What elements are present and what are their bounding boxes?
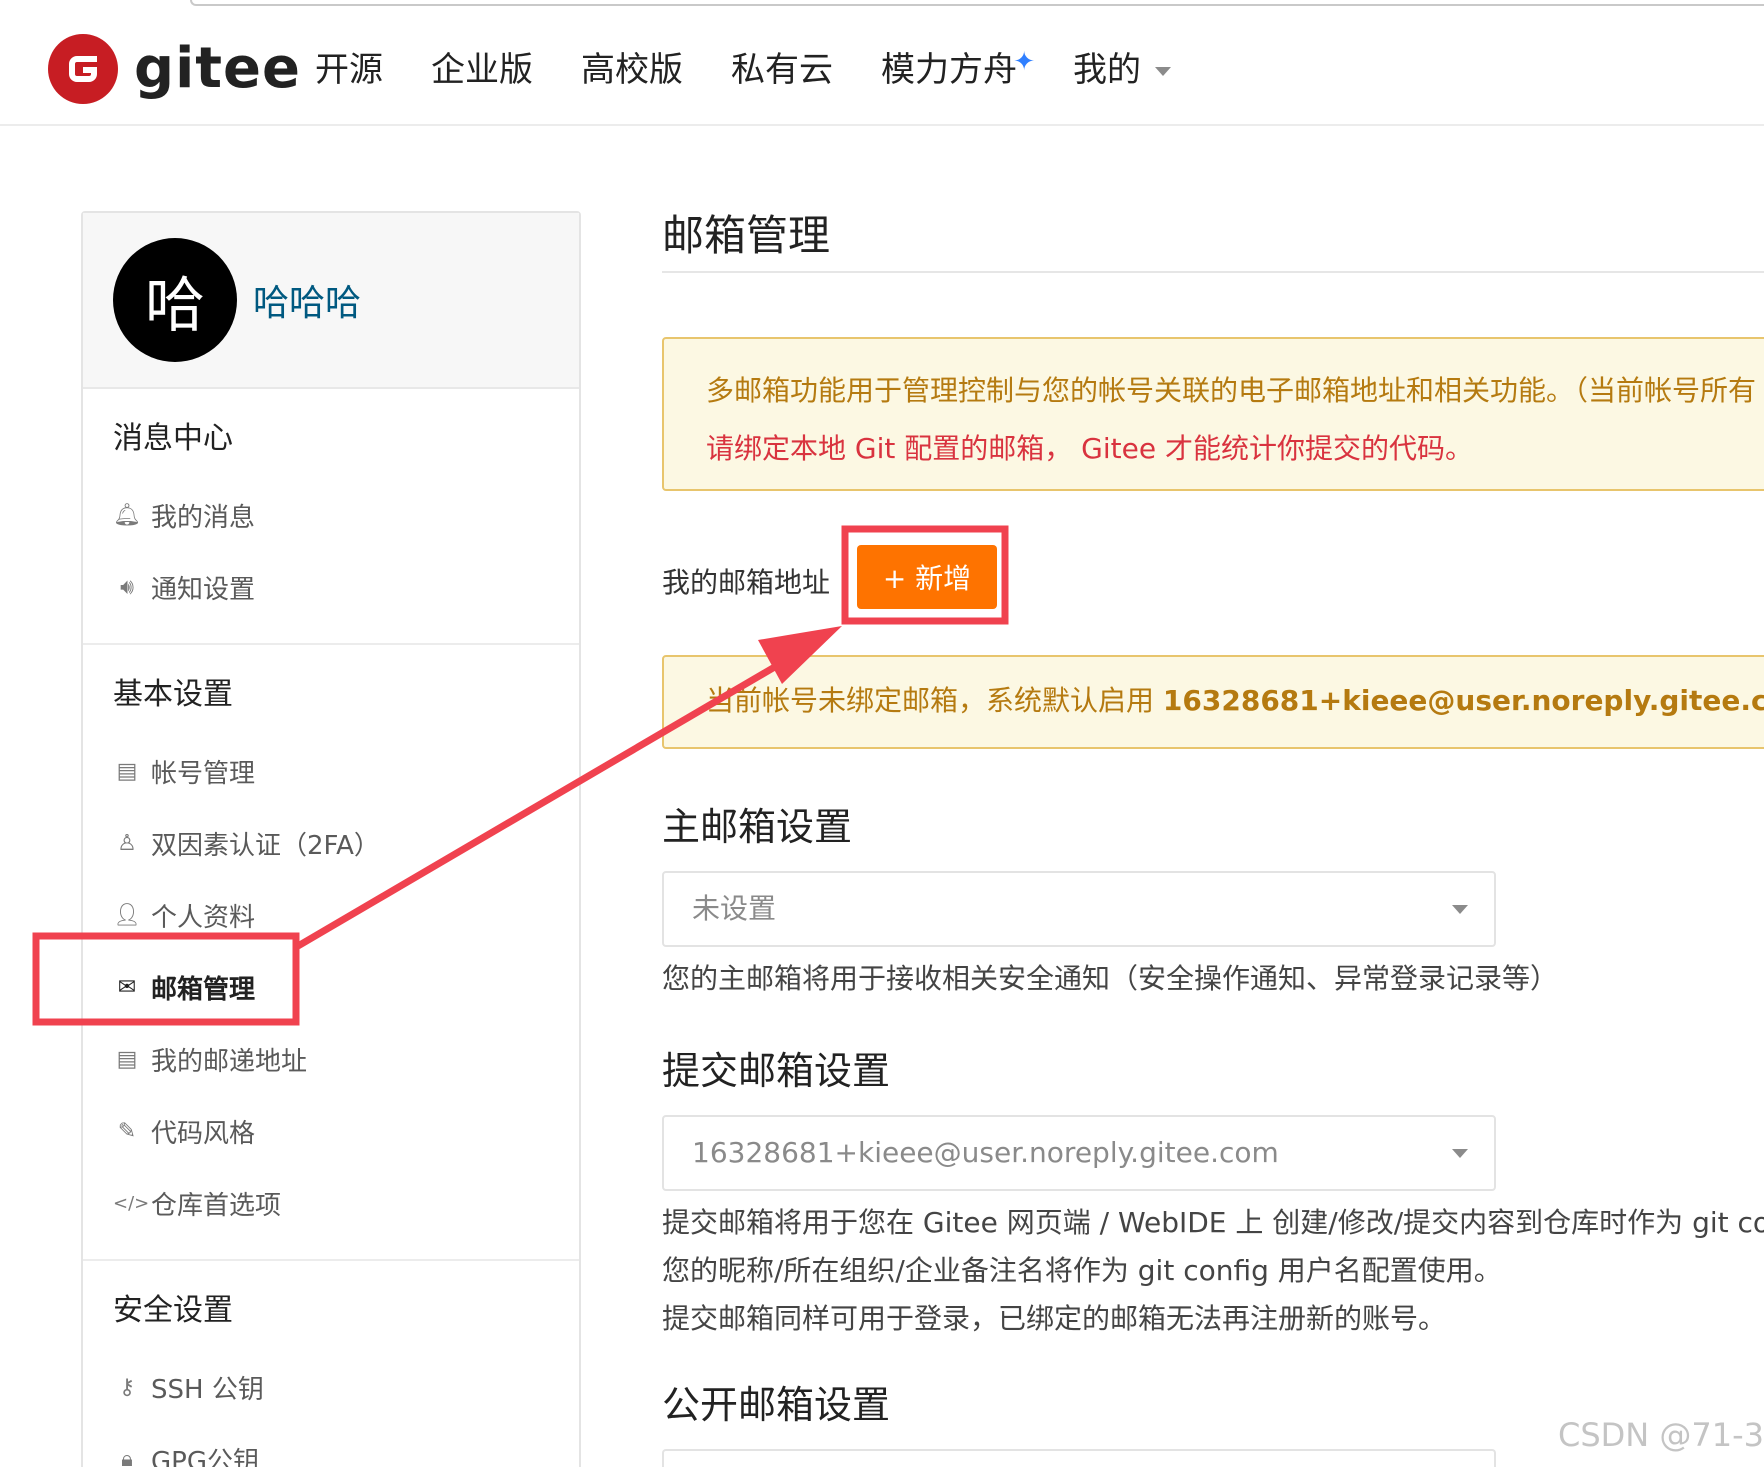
default-email-notice: 当前帐号未绑定邮箱，系统默认启用 16328681+kieee@user.nor… [662,655,1764,749]
my-email-label: 我的邮箱地址 [662,566,831,599]
envelope-icon: ✉ [117,974,137,1000]
primary-email-title: 主邮箱设置 [662,805,853,849]
sidebar-heading: 消息中心 [113,421,233,456]
user-outline-icon: ♙ [117,830,137,856]
public-email-select[interactable] [662,1449,1496,1467]
sidebar-section-basic: 基本设置 ▤ 帐号管理 ♙ 双因素认证（2FA） 👤︎ 个人资料 ✉ 邮箱管理 … [83,645,579,1261]
key-icon: ⚷ [118,1374,136,1400]
commit-email-help: 您的昵称/所在组织/企业备注名将作为 git config 用户名配置使用。 [662,1254,1502,1287]
commit-email-help: 提交邮箱同样可用于登录，已绑定的邮箱无法再注册新的账号。 [662,1302,1447,1335]
sidebar-item-repo-prefs[interactable]: </> 仓库首选项 [83,1167,579,1239]
nav-moli-label: 模力方舟 [881,50,1017,90]
my-email-row: 我的邮箱地址 + 新增 [662,531,1764,627]
main-nav: 开源 企业版 高校版 私有云 模力方舟 ✦ 我的 [315,44,1219,96]
id-card-icon: ▤ [116,1046,138,1072]
id-card-icon: ▤ [116,758,138,784]
sidebar-heading: 安全设置 [113,1293,233,1328]
nav-moli[interactable]: 模力方舟 ✦ [881,44,1035,96]
add-email-button[interactable]: + 新增 [857,545,997,609]
sidebar-item-2fa[interactable]: ♙ 双因素认证（2FA） [83,807,579,879]
logo-text: gitee [134,36,302,101]
sidebar-item-label: 帐号管理 [151,758,256,789]
sidebar-item-label: 邮箱管理 [151,974,256,1005]
info-notice: 多邮箱功能用于管理控制与您的帐号关联的电子邮箱地址和相关功能。（当前帐号所有 请… [662,337,1764,491]
sidebar-item-code-style[interactable]: ✎ 代码风格 [83,1095,579,1167]
sidebar-item-address[interactable]: ▤ 我的邮递地址 [83,1023,579,1095]
commit-email-select[interactable]: 16328681+kieee@user.noreply.gitee.com [662,1115,1496,1191]
primary-email-select[interactable]: 未设置 [662,871,1496,947]
gitee-logo-icon [48,34,118,104]
sidebar-item-label: GPG公钥 [151,1446,259,1467]
speaker-icon: 🔊︎ [120,574,134,600]
sidebar-item-label: 我的邮递地址 [151,1046,308,1077]
title-divider [662,271,1764,273]
sidebar-item-gpg[interactable]: 🔒︎ GPG公钥 [83,1423,579,1467]
chevron-down-icon [1155,67,1171,76]
browser-tab-edge [190,0,1764,6]
sidebar-item-notify-settings[interactable]: 🔊︎ 通知设置 [83,551,579,623]
nav-open-source[interactable]: 开源 [315,44,383,96]
nav-mine[interactable]: 我的 [1073,44,1171,96]
sidebar-item-label: 双因素认证（2FA） [151,830,380,861]
sidebar-item-account[interactable]: ▤ 帐号管理 [83,735,579,807]
settings-sidebar: 哈 哈哈哈 消息中心 🔔︎ 我的消息 🔊︎ 通知设置 基本设置 ▤ 帐号管理 ♙… [81,211,581,1467]
chevron-down-icon [1452,905,1468,914]
notice-line: 多邮箱功能用于管理控制与您的帐号关联的电子邮箱地址和相关功能。（当前帐号所有 [706,374,1757,407]
page-title: 邮箱管理 [662,211,831,260]
sidebar-item-label: SSH 公钥 [151,1374,264,1405]
commit-email-title: 提交邮箱设置 [662,1049,891,1093]
select-value: 16328681+kieee@user.noreply.gitee.com [692,1136,1279,1169]
nav-mine-label: 我的 [1073,50,1141,90]
main-content: 邮箱管理 多邮箱功能用于管理控制与您的帐号关联的电子邮箱地址和相关功能。（当前帐… [662,205,1764,1467]
sidebar-item-my-messages[interactable]: 🔔︎ 我的消息 [83,479,579,551]
avatar[interactable]: 哈 [113,238,237,362]
code-icon: </> [113,1192,150,1214]
sparkle-icon: ✦ [1013,47,1035,77]
brush-icon: ✎ [117,1118,137,1144]
sidebar-section-security: 安全设置 ⚷ SSH 公钥 🔒︎ GPG公钥 [83,1261,579,1467]
username-link[interactable]: 哈哈哈 [253,274,361,326]
notice-prefix: 当前帐号未绑定邮箱，系统默认启用 [706,684,1163,717]
sidebar-item-label: 通知设置 [151,574,256,605]
sidebar-item-label: 代码风格 [151,1118,256,1149]
sidebar-item-label: 个人资料 [151,902,256,933]
sidebar-item-profile[interactable]: 👤︎ 个人资料 [83,879,579,951]
sidebar-item-email[interactable]: ✉ 邮箱管理 [83,951,579,1023]
profile-card: 哈 哈哈哈 [83,213,579,389]
select-value: 未设置 [692,892,777,925]
top-navbar: gitee 开源 企业版 高校版 私有云 模力方舟 ✦ 我的 [0,0,1764,126]
sidebar-item-label: 仓库首选项 [151,1190,282,1221]
notice-warning-line: 请绑定本地 Git 配置的邮箱， Gitee 才能统计你提交的代码。 [706,432,1473,465]
sidebar-item-label: 我的消息 [151,502,256,533]
sidebar-item-ssh[interactable]: ⚷ SSH 公钥 [83,1351,579,1423]
nav-enterprise[interactable]: 企业版 [431,44,533,96]
gitee-logo[interactable]: gitee [48,34,301,104]
nav-education[interactable]: 高校版 [581,44,683,96]
bell-icon: 🔔︎ [113,502,141,528]
commit-email-help: 提交邮箱将用于您在 Gitee 网页端 / WebIDE 上 创建/修改/提交内… [662,1206,1764,1239]
noreply-email: 16328681+kieee@user.noreply.gitee.com [1162,684,1764,717]
chevron-down-icon [1452,1149,1468,1158]
primary-email-help: 您的主邮箱将用于接收相关安全通知（安全操作通知、异常登录记录等） [662,962,1559,995]
sidebar-heading: 基本设置 [113,677,233,712]
watermark: CSDN @71-3 [1558,1416,1764,1454]
user-icon: 👤︎ [113,902,141,928]
lock-icon: 🔒︎ [121,1446,133,1467]
sidebar-section-messages: 消息中心 🔔︎ 我的消息 🔊︎ 通知设置 [83,389,579,645]
nav-private-cloud[interactable]: 私有云 [731,44,833,96]
